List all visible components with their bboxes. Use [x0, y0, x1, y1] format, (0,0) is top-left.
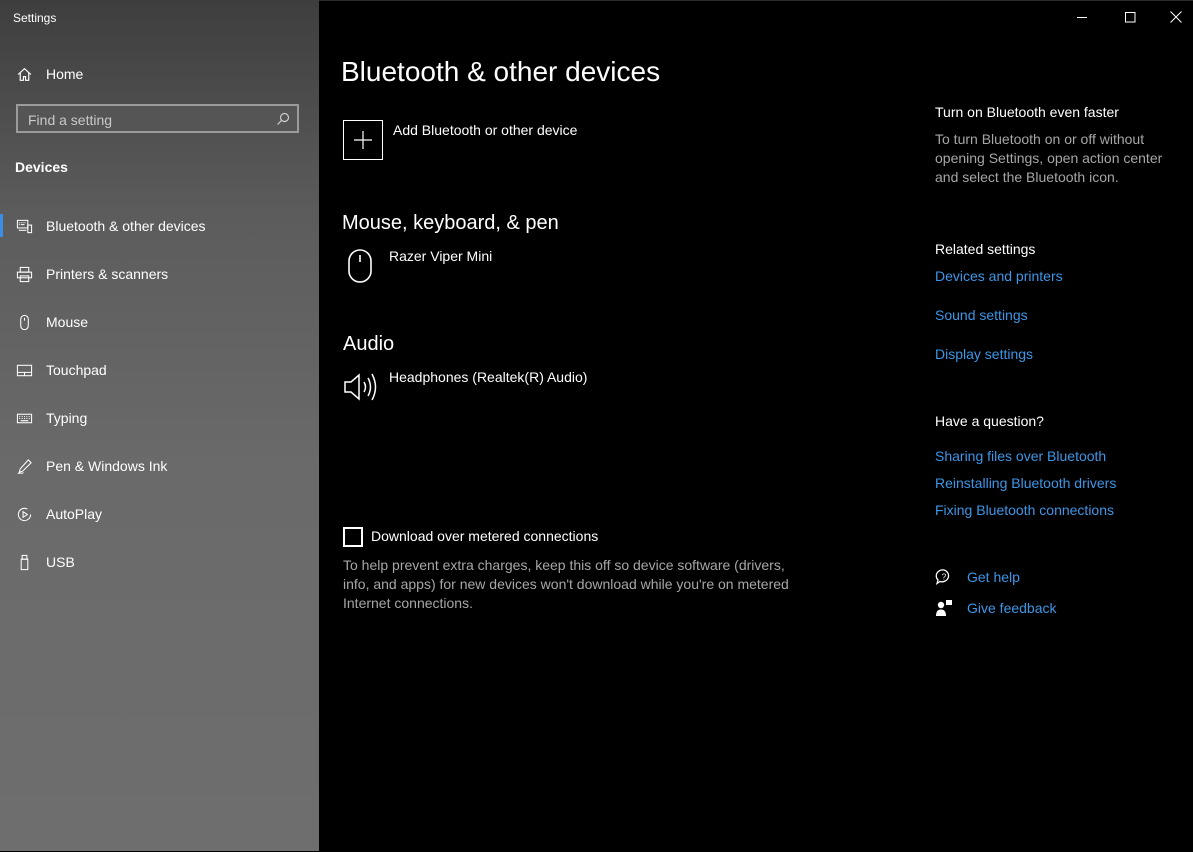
- maximize-icon: [1124, 11, 1135, 22]
- device-razer-viper-mini[interactable]: Razer Viper Mini: [389, 248, 492, 264]
- metered-checkbox-label[interactable]: Download over metered connections: [371, 528, 598, 544]
- app-title: Settings: [13, 11, 57, 25]
- sidebar-item-mouse[interactable]: Mouse: [0, 298, 319, 346]
- question-heading: Have a question?: [935, 413, 1044, 429]
- bluetooth-devices-icon: [15, 217, 33, 235]
- sidebar: Settings Home Find a setting Devices Blu…: [0, 0, 319, 851]
- tip-heading: Turn on Bluetooth even faster: [935, 104, 1119, 120]
- sidebar-item-typing[interactable]: Typing: [0, 394, 319, 442]
- sidebar-item-bluetooth[interactable]: Bluetooth & other devices: [0, 202, 319, 250]
- autoplay-icon: [15, 505, 33, 523]
- speaker-icon: [344, 373, 377, 401]
- svg-text:?: ?: [942, 573, 947, 582]
- link-fixing-connections[interactable]: Fixing Bluetooth connections: [935, 502, 1114, 518]
- keyboard-icon: [15, 409, 33, 427]
- sidebar-item-autoplay[interactable]: AutoPlay: [0, 490, 319, 538]
- sidebar-item-label: Printers & scanners: [46, 266, 169, 282]
- sidebar-item-label: Bluetooth & other devices: [46, 218, 206, 234]
- search-icon[interactable]: [276, 112, 290, 131]
- get-help-link[interactable]: Get help: [967, 569, 1020, 585]
- add-device-button[interactable]: [343, 120, 383, 160]
- plus-icon: [354, 131, 372, 149]
- mouse-device-icon: [348, 249, 372, 283]
- metered-description: To help prevent extra charges, keep this…: [343, 557, 789, 611]
- sidebar-item-label: Touchpad: [46, 362, 107, 378]
- sidebar-item-label: USB: [46, 554, 75, 570]
- sidebar-item-label: Pen & Windows Ink: [46, 458, 168, 474]
- mouse-keyboard-pen-heading: Mouse, keyboard, & pen: [342, 212, 559, 234]
- search-placeholder: Find a setting: [28, 112, 113, 128]
- feedback-icon: [936, 600, 952, 616]
- link-sharing-files[interactable]: Sharing files over Bluetooth: [935, 448, 1106, 464]
- pen-icon: [15, 457, 33, 475]
- close-button[interactable]: [1153, 0, 1193, 34]
- touchpad-icon: [15, 361, 33, 379]
- sidebar-item-label: Mouse: [46, 314, 89, 330]
- sidebar-item-label: Typing: [46, 410, 88, 426]
- home-icon: [15, 65, 33, 83]
- sidebar-item-touchpad[interactable]: Touchpad: [0, 346, 319, 394]
- minimize-button[interactable]: [1059, 0, 1105, 34]
- metered-checkbox[interactable]: [343, 527, 363, 547]
- tip-text: To turn Bluetooth on or off without open…: [935, 131, 1163, 185]
- sidebar-home[interactable]: Home: [0, 58, 319, 90]
- usb-icon: [15, 553, 33, 571]
- link-sound-settings[interactable]: Sound settings: [935, 307, 1028, 323]
- sidebar-item-pen[interactable]: Pen & Windows Ink: [0, 442, 319, 490]
- printer-icon: [15, 265, 33, 283]
- sidebar-section-heading: Devices: [15, 159, 68, 175]
- add-device-label[interactable]: Add Bluetooth or other device: [393, 122, 577, 138]
- get-help-icon: ?: [935, 569, 950, 586]
- sidebar-nav: Bluetooth & other devices Printers & sca…: [0, 202, 319, 586]
- page-title: Bluetooth & other devices: [341, 56, 661, 87]
- minimize-icon: [1076, 16, 1087, 18]
- close-icon: [1170, 11, 1182, 23]
- sidebar-item-usb[interactable]: USB: [0, 538, 319, 586]
- link-reinstalling-drivers[interactable]: Reinstalling Bluetooth drivers: [935, 475, 1116, 491]
- maximize-button[interactable]: [1107, 0, 1153, 34]
- device-headphones[interactable]: Headphones (Realtek(R) Audio): [389, 369, 587, 385]
- sidebar-item-printers[interactable]: Printers & scanners: [0, 250, 319, 298]
- search-input[interactable]: Find a setting: [16, 104, 299, 133]
- give-feedback-link[interactable]: Give feedback: [967, 600, 1057, 616]
- sidebar-item-label: AutoPlay: [46, 506, 103, 522]
- link-devices-and-printers[interactable]: Devices and printers: [935, 268, 1063, 284]
- related-settings-heading: Related settings: [935, 241, 1036, 257]
- audio-heading: Audio: [343, 333, 395, 355]
- sidebar-home-label: Home: [46, 66, 84, 82]
- mouse-icon: [15, 313, 33, 331]
- link-display-settings[interactable]: Display settings: [935, 346, 1033, 362]
